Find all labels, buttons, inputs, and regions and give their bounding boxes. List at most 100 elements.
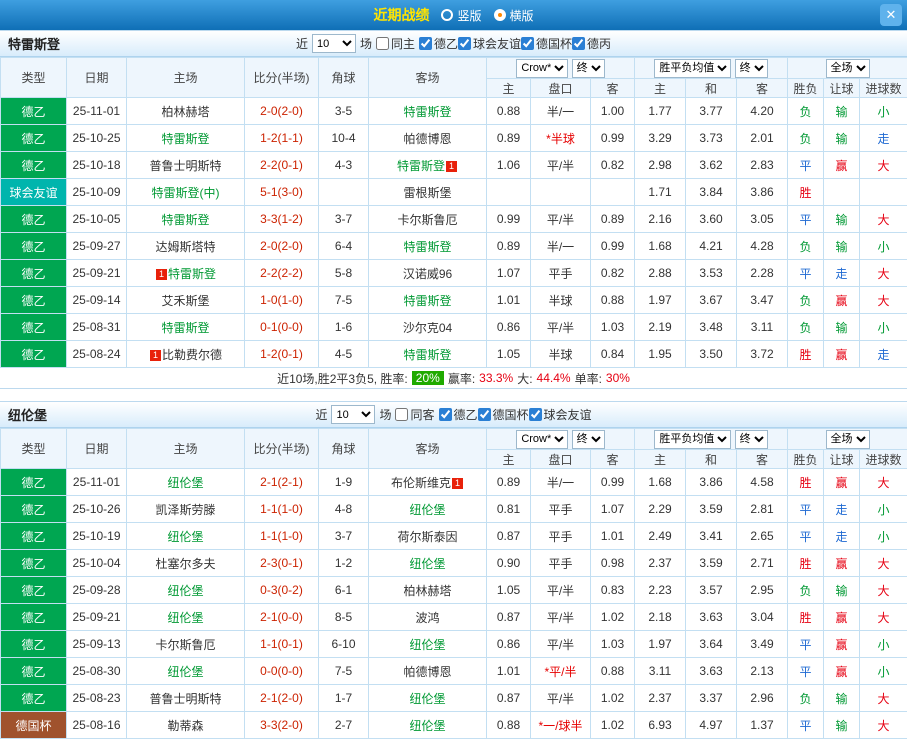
asian-handicap: 半球 — [530, 286, 591, 314]
europe-source-select[interactable]: 胜平负均值 — [654, 429, 732, 449]
europe-final-select[interactable]: 终 — [734, 58, 768, 78]
league-checkbox[interactable] — [458, 36, 471, 50]
result-goals: 大 — [859, 468, 907, 496]
team-label: 雷根斯堡 — [403, 185, 452, 200]
layout-vertical-radio[interactable]: 竖版 — [441, 7, 482, 24]
odd-rate-value: 30% — [605, 371, 630, 385]
close-button[interactable]: ✕ — [880, 4, 902, 26]
same-venue-filter[interactable]: 同客 — [395, 406, 435, 423]
europe-final-select[interactable]: 终 — [734, 429, 768, 449]
recent-count-select[interactable]: 10 — [311, 34, 356, 53]
match-row: 德乙 25-08-23 普鲁士明斯特 2-1(2-0) 1-7 纽伦堡 0.87 平/半 1.0… — [0, 684, 907, 712]
asian-handicap: 平/半 — [530, 313, 591, 341]
asian-handicap: 平手 — [530, 495, 591, 523]
same-venue-checkbox[interactable] — [395, 408, 409, 421]
match-score: 1-2(0-1) — [244, 340, 319, 368]
league-checkbox[interactable] — [528, 407, 542, 421]
euro-home-odds: 2.16 — [634, 205, 686, 233]
euro-home-odds: 1.71 — [634, 178, 686, 206]
team-label: 柏林赫塔 — [403, 583, 452, 598]
euro-home-odds: 1.77 — [634, 97, 686, 125]
layout-vertical-label: 竖版 — [457, 8, 482, 23]
league-filter-德国杯[interactable]: 德国杯 — [521, 35, 572, 52]
match-score: 2-1(2-1) — [244, 468, 319, 496]
recent-count-select[interactable]: 10 — [331, 405, 376, 424]
scope-select[interactable]: 全场 — [825, 58, 870, 78]
league-checkbox[interactable] — [438, 407, 452, 421]
result-goals: 大 — [859, 151, 907, 179]
league-checkbox[interactable] — [418, 36, 432, 50]
home-team: 特雷斯登 — [126, 313, 245, 341]
asian-final-select[interactable]: 终 — [571, 58, 605, 78]
asian-handicap: 平手 — [530, 522, 591, 550]
col-type: 类型 — [0, 428, 67, 469]
home-team: 勒蒂森 — [126, 711, 245, 739]
corner-count: 1-2 — [318, 549, 369, 577]
league-filter-德乙[interactable]: 德乙 — [418, 35, 458, 52]
league-filter-德丙[interactable]: 德丙 — [572, 35, 611, 52]
league-checkbox[interactable] — [521, 36, 535, 50]
match-score: 3-3(2-0) — [244, 711, 319, 739]
away-team: 特雷斯登 — [368, 232, 487, 260]
euro-away-odds: 2.71 — [735, 549, 789, 577]
col-date: 日期 — [66, 428, 127, 469]
europe-source-select[interactable]: 胜平负均值 — [654, 58, 732, 78]
filter-bar: 近 10 场 同主 德乙 球会友谊 德国杯 德丙 — [296, 34, 611, 53]
asian-handicap: 平/半 — [530, 630, 591, 658]
league-filter-德国杯[interactable]: 德国杯 — [477, 406, 529, 423]
col-outcome: 胜负 — [787, 449, 825, 469]
europe-odds-group: 胜平负均值 终 — [633, 57, 789, 79]
team-name: 纽伦堡 — [8, 408, 48, 423]
result-outcome: 胜 — [787, 549, 825, 577]
match-row: 德乙 25-09-28 纽伦堡 0-3(0-2) 6-1 柏林赫塔 1.05 平/半 0.83 2… — [0, 576, 907, 604]
euro-home-odds: 6.93 — [634, 711, 686, 739]
match-row: 德乙 25-09-21 1 特雷斯登 2-2(2-2) 5-8 汉诺威96 1.07 平手 0.8… — [0, 259, 907, 287]
team-label: 波鸿 — [415, 610, 440, 625]
scope-select[interactable]: 全场 — [825, 429, 870, 449]
league-label: 德丙 — [587, 36, 612, 51]
odds-source-select[interactable]: Crow* — [516, 429, 569, 449]
odds-source-select[interactable]: Crow* — [516, 58, 569, 78]
result-goals: 小 — [859, 522, 907, 550]
team-label: 特雷斯登 — [403, 104, 452, 119]
same-venue-filter[interactable]: 同主 — [375, 35, 415, 52]
team-label: 沙尔克04 — [402, 320, 453, 335]
result-outcome: 平 — [787, 522, 825, 550]
league-filter-球会友谊[interactable]: 球会友谊 — [458, 35, 521, 52]
away-team: 帕德博恩 — [368, 124, 487, 152]
home-team: 杜塞尔多夫 — [126, 549, 245, 577]
league-filter-球会友谊[interactable]: 球会友谊 — [528, 406, 592, 423]
recent-label: 近 — [315, 408, 328, 422]
match-score: 1-0(1-0) — [244, 286, 319, 314]
match-type-badge: 德乙 — [0, 684, 67, 712]
layout-horizontal-radio[interactable]: 横版 — [493, 7, 534, 24]
league-checkbox[interactable] — [572, 36, 586, 50]
same-venue-checkbox[interactable] — [375, 37, 389, 50]
asian-home-odds: 1.01 — [486, 657, 531, 685]
asian-home-odds: 0.90 — [486, 549, 531, 577]
match-type-badge: 德乙 — [0, 151, 67, 179]
asian-home-odds: 1.06 — [486, 151, 531, 179]
result-goals: 大 — [859, 576, 907, 604]
match-type-badge: 德乙 — [0, 124, 67, 152]
corner-count: 6-4 — [318, 232, 369, 260]
team-label: 特雷斯登 — [403, 347, 452, 362]
result-handicap: 赢 — [823, 630, 861, 658]
asian-final-select[interactable]: 终 — [571, 429, 605, 449]
euro-away-odds: 2.95 — [735, 576, 789, 604]
match-date: 25-10-04 — [66, 549, 127, 577]
league-checkbox[interactable] — [477, 407, 491, 421]
euro-draw-odds: 4.97 — [685, 711, 737, 739]
result-outcome: 负 — [787, 313, 825, 341]
result-handicap: 赢 — [823, 151, 861, 179]
asian-home-odds: 0.86 — [486, 313, 531, 341]
team-label: 比勒费尔德 — [161, 347, 222, 362]
col-goals-result: 进球数 — [859, 449, 907, 469]
team-name: 特雷斯登 — [8, 37, 61, 52]
euro-home-odds: 2.18 — [634, 603, 686, 631]
match-row: 德乙 25-11-01 柏林赫塔 2-0(2-0) 3-5 特雷斯登 0.88 半/一 1.00… — [0, 97, 907, 125]
team-label: 帕德博恩 — [403, 131, 452, 146]
euro-away-odds: 3.72 — [735, 340, 789, 368]
league-filter-德乙[interactable]: 德乙 — [438, 406, 478, 423]
result-handicap: 输 — [823, 711, 861, 739]
